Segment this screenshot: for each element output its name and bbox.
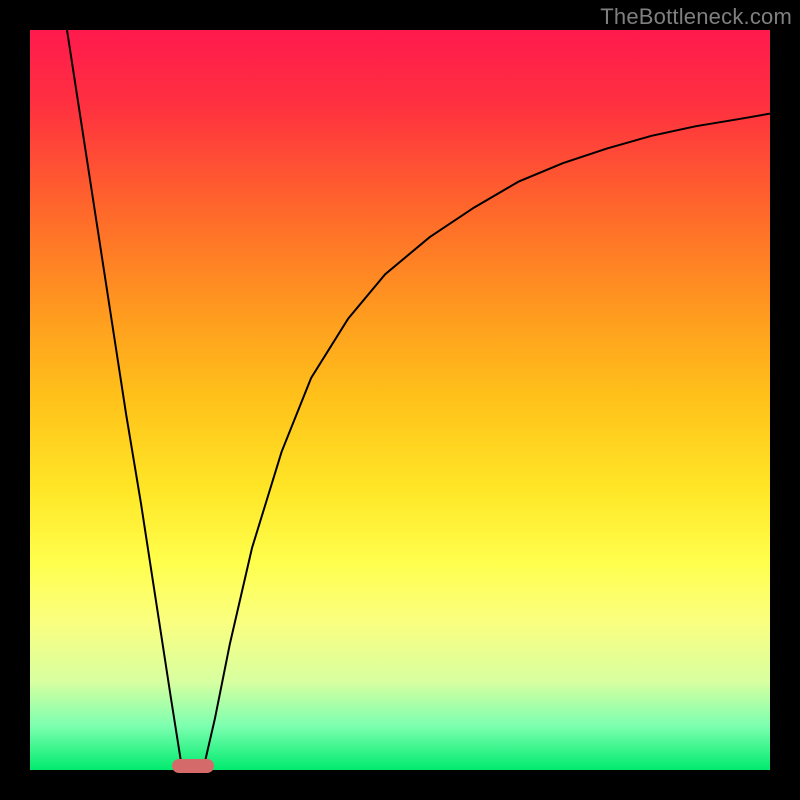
curve-right-branch: [204, 114, 770, 767]
watermark-text: TheBottleneck.com: [600, 4, 792, 30]
curve-layer: [30, 30, 770, 770]
optimum-marker: [172, 759, 214, 773]
chart-frame: TheBottleneck.com: [0, 0, 800, 800]
plot-area: [30, 30, 770, 770]
curve-left-branch: [67, 30, 182, 766]
